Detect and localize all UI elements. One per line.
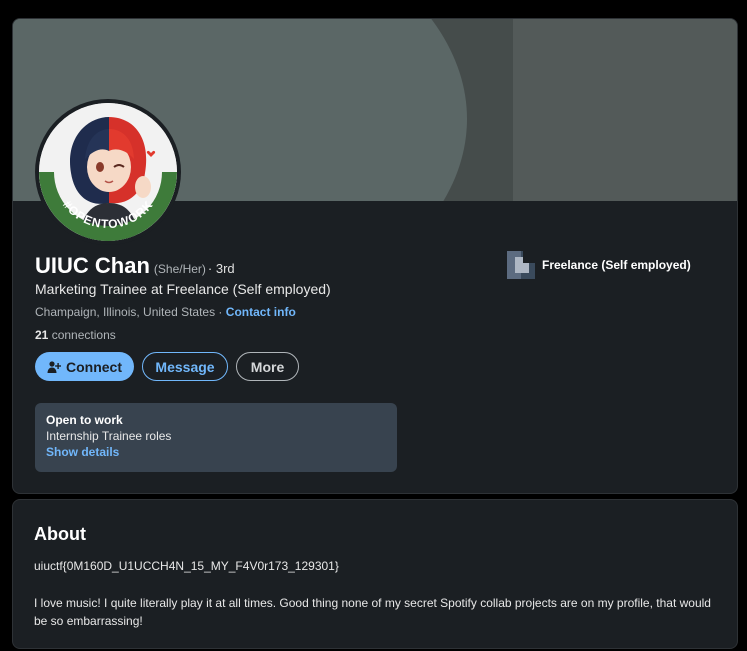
company-name: Freelance (Self employed) bbox=[542, 258, 691, 272]
avatar[interactable]: #OPENTOWORK bbox=[39, 103, 177, 241]
profile-photo[interactable]: #OPENTOWORK bbox=[35, 99, 181, 245]
profile-actions: Connect Message More bbox=[35, 352, 299, 381]
location-row: Champaign, Illinois, United States · Con… bbox=[35, 305, 296, 319]
contact-info-link[interactable]: Contact info bbox=[226, 305, 296, 319]
more-button[interactable]: More bbox=[236, 352, 299, 381]
open-to-work-title: Open to work bbox=[46, 413, 123, 427]
connections-label: connections bbox=[51, 328, 116, 342]
message-button[interactable]: Message bbox=[142, 352, 228, 381]
about-flag-text: uiuctf{0M160D_U1UCCH4N_15_MY_F4V0r173_12… bbox=[34, 559, 339, 573]
open-to-work-roles: Internship Trainee roles bbox=[46, 429, 172, 443]
open-to-work-card[interactable]: Open to work Internship Trainee roles Sh… bbox=[35, 403, 397, 472]
profile-headline: Marketing Trainee at Freelance (Self emp… bbox=[35, 281, 331, 297]
company-logo-icon bbox=[507, 251, 535, 279]
connections-count: 21 bbox=[35, 328, 49, 342]
about-heading: About bbox=[34, 524, 86, 544]
connections-link[interactable]: 21 connections bbox=[35, 328, 116, 342]
show-details-link[interactable]: Show details bbox=[46, 445, 119, 459]
connection-degree: · 3rd bbox=[207, 261, 235, 276]
add-person-icon bbox=[47, 360, 61, 374]
profile-card: #OPENTOWORK UIUC Chan (She/Her) · 3rd Ma… bbox=[12, 18, 738, 494]
profile-name: UIUC Chan bbox=[35, 253, 150, 278]
current-company[interactable]: Freelance (Self employed) bbox=[507, 251, 691, 279]
name-row: UIUC Chan (She/Her) · 3rd bbox=[35, 253, 235, 279]
profile-location: Champaign, Illinois, United States · bbox=[35, 305, 223, 319]
connect-label: Connect bbox=[66, 358, 122, 375]
about-body-text: I love music! I quite literally play it … bbox=[34, 596, 711, 628]
about-card: About uiuctf{0M160D_U1UCCH4N_15_MY_F4V0r… bbox=[12, 499, 738, 649]
profile-pronouns: (She/Her) bbox=[153, 262, 206, 276]
connect-button[interactable]: Connect bbox=[35, 352, 134, 381]
